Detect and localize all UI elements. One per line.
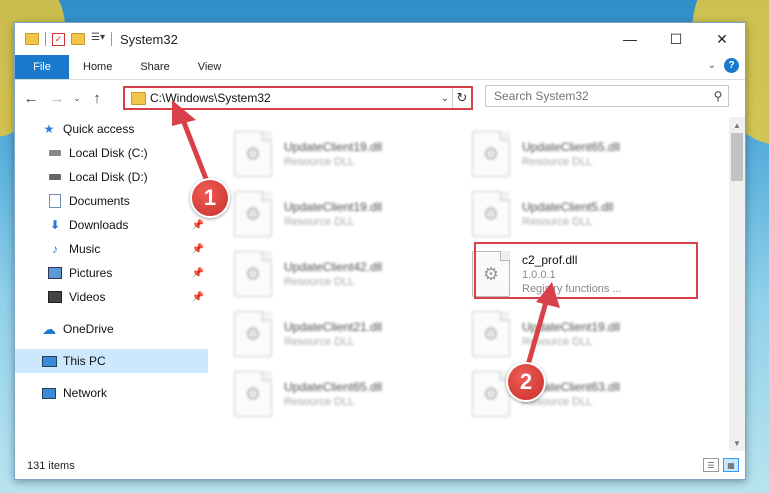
- dll-file-icon: ⚙: [472, 371, 510, 417]
- sidebar-item-documents[interactable]: Documents: [15, 189, 208, 213]
- navigation-pane: ★ Quick access Local Disk (C:) Local Dis…: [15, 117, 208, 447]
- customize-toolbar-icon[interactable]: ☰▾: [91, 32, 105, 46]
- sidebar-item-downloads[interactable]: ⬇ Downloads 📌: [15, 213, 208, 237]
- window-title: System32: [120, 31, 178, 47]
- search-box[interactable]: ⚲: [485, 85, 729, 107]
- file-item[interactable]: ⚙ UpdateClient19.dll Resource DLL: [234, 127, 454, 181]
- back-arrow-icon[interactable]: ←: [21, 90, 41, 107]
- help-icon[interactable]: ?: [724, 58, 739, 73]
- dll-file-icon: ⚙: [234, 251, 272, 297]
- details-view-icon[interactable]: ☰: [703, 458, 719, 472]
- tab-view[interactable]: View: [184, 55, 236, 79]
- dll-file-icon: ⚙: [234, 311, 272, 357]
- pin-icon[interactable]: 📌: [192, 220, 204, 231]
- tab-share[interactable]: Share: [126, 55, 183, 79]
- sidebar-item-local-disk-d[interactable]: Local Disk (D:): [15, 165, 208, 189]
- close-button[interactable]: ✕: [699, 23, 745, 55]
- tab-file[interactable]: File: [15, 55, 69, 79]
- file-item[interactable]: ⚙ UpdateClient21.dll Resource DLL: [234, 307, 454, 361]
- title-bar: ✓ ☰▾ System32 — ☐ ✕: [15, 23, 745, 55]
- file-item[interactable]: ⚙ UpdateClient65.dll Resource DLL: [234, 367, 454, 421]
- scroll-up-icon[interactable]: ▲: [729, 117, 745, 133]
- scroll-thumb[interactable]: [731, 133, 743, 181]
- drive-icon: [47, 170, 63, 184]
- tiles-view-icon[interactable]: ▦: [723, 458, 739, 472]
- vertical-scrollbar[interactable]: ▲ ▼: [729, 117, 745, 451]
- folder-icon: [25, 33, 39, 45]
- search-icon[interactable]: ⚲: [708, 89, 728, 103]
- pin-icon[interactable]: 📌: [192, 292, 204, 303]
- folder-icon: [131, 91, 146, 105]
- documents-icon: [47, 194, 63, 208]
- pin-icon[interactable]: 📌: [192, 268, 204, 279]
- download-icon: ⬇: [49, 218, 61, 232]
- file-item[interactable]: ⚙ UpdateClient42.dll Resource DLL: [234, 247, 454, 301]
- pictures-icon: [47, 266, 63, 280]
- cloud-icon: ☁: [42, 320, 56, 337]
- sidebar-item-quick-access[interactable]: ★ Quick access: [15, 117, 208, 141]
- address-bar[interactable]: C:\Windows\System32 ⌄ ↻: [123, 86, 473, 110]
- sidebar-item-network[interactable]: Network: [15, 381, 208, 405]
- star-icon: ★: [43, 122, 55, 136]
- new-folder-icon[interactable]: [71, 33, 85, 45]
- highlight-box-file: [474, 242, 698, 299]
- step-badge-2: 2: [506, 362, 546, 402]
- up-arrow-icon[interactable]: ↑: [87, 90, 107, 107]
- forward-arrow-icon[interactable]: →: [47, 90, 67, 107]
- minimize-button[interactable]: —: [607, 23, 653, 55]
- videos-icon: [47, 290, 63, 304]
- expand-ribbon-icon[interactable]: ⌄: [708, 60, 716, 71]
- sidebar-item-videos[interactable]: Videos 📌: [15, 285, 208, 309]
- network-icon: [41, 386, 57, 400]
- drive-icon: [47, 146, 63, 160]
- file-item[interactable]: ⚙ UpdateClient63.dll Resource DLL: [472, 367, 692, 421]
- dll-file-icon: ⚙: [234, 191, 272, 237]
- scroll-down-icon[interactable]: ▼: [729, 435, 745, 451]
- address-path: C:\Windows\System32: [150, 91, 271, 105]
- music-icon: ♪: [52, 242, 58, 256]
- explorer-window: ✓ ☰▾ System32 — ☐ ✕ File Home Share View…: [14, 22, 746, 480]
- status-bar: 131 items ☰ ▦: [15, 453, 745, 479]
- sidebar-item-music[interactable]: ♪ Music 📌: [15, 237, 208, 261]
- dll-file-icon: ⚙: [472, 311, 510, 357]
- sidebar-item-onedrive[interactable]: ☁ OneDrive: [15, 317, 208, 341]
- dll-file-icon: ⚙: [234, 131, 272, 177]
- file-item[interactable]: ⚙ UpdateClient19.dll Resource DLL: [234, 187, 454, 241]
- tab-home[interactable]: Home: [69, 55, 126, 79]
- refresh-icon[interactable]: ↻: [452, 88, 471, 108]
- file-item[interactable]: ⚙ UpdateClient65.dll Resource DLL: [472, 127, 692, 181]
- sidebar-item-pictures[interactable]: Pictures 📌: [15, 261, 208, 285]
- address-dropdown-icon[interactable]: ⌄: [438, 93, 452, 104]
- item-count: 131 items: [27, 460, 75, 472]
- properties-icon[interactable]: ✓: [52, 32, 65, 46]
- dll-file-icon: ⚙: [472, 131, 510, 177]
- recent-locations-icon[interactable]: ⌄: [67, 93, 87, 104]
- computer-icon: [41, 354, 57, 368]
- dll-file-icon: ⚙: [234, 371, 272, 417]
- pin-icon[interactable]: 📌: [192, 244, 204, 255]
- step-badge-1: 1: [190, 178, 230, 218]
- ribbon-tabs: File Home Share View ⌄ ?: [15, 55, 745, 80]
- search-input[interactable]: [492, 88, 708, 104]
- file-item[interactable]: ⚙ UpdateClient19.dll Resource DLL: [472, 307, 692, 361]
- sidebar-item-local-disk-c[interactable]: Local Disk (C:): [15, 141, 208, 165]
- sidebar-item-this-pc[interactable]: This PC: [15, 349, 208, 373]
- quick-access-toolbar: ✓ ☰▾: [25, 32, 112, 46]
- file-item[interactable]: ⚙ UpdateClient5.dll Resource DLL: [472, 187, 692, 241]
- maximize-button[interactable]: ☐: [653, 23, 699, 55]
- dll-file-icon: ⚙: [472, 191, 510, 237]
